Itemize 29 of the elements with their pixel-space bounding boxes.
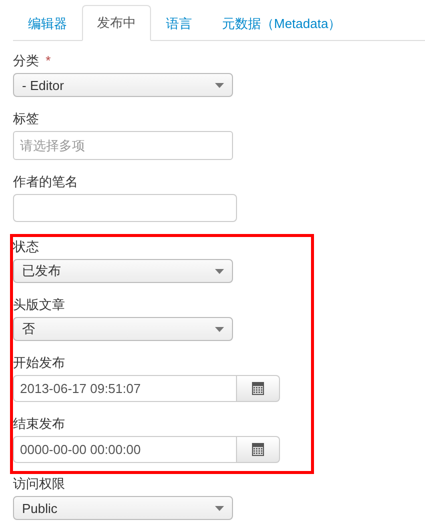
- dropdown[interactable]: 否: [13, 317, 233, 341]
- field-label: 访问权限: [13, 476, 65, 491]
- caret-icon: [215, 506, 224, 510]
- tab[interactable]: 元数据（Metadata）: [207, 6, 356, 41]
- dropdown[interactable]: Public: [13, 496, 233, 520]
- input-field[interactable]: [13, 194, 237, 222]
- calendar-button[interactable]: [237, 436, 280, 463]
- date-field[interactable]: 0000-00-00 00:00:00: [13, 436, 237, 463]
- field-label: 结束发布: [13, 416, 65, 431]
- required-mark: *: [46, 53, 51, 68]
- tab[interactable]: 发布中: [82, 5, 151, 41]
- caret-icon: [215, 82, 224, 88]
- calendar-icon: [252, 382, 264, 395]
- dropdown[interactable]: - Editor: [13, 73, 233, 97]
- input-field[interactable]: 请选择多项: [13, 131, 233, 160]
- field-label: 头版文章: [13, 297, 65, 312]
- caret-icon: [215, 326, 224, 332]
- field-label: 标签: [13, 111, 39, 126]
- field-label: 开始发布: [13, 355, 65, 370]
- calendar-button[interactable]: [237, 375, 280, 402]
- field-label: 作者的笔名: [13, 174, 78, 189]
- field-label: 分类: [13, 53, 39, 68]
- tab[interactable]: 编辑器: [13, 6, 82, 41]
- caret-icon: [215, 268, 224, 274]
- date-field[interactable]: 2013-06-17 09:51:07: [13, 375, 237, 402]
- dropdown[interactable]: 已发布: [13, 259, 233, 283]
- calendar-icon: [252, 443, 264, 456]
- tab[interactable]: 语言: [151, 6, 207, 41]
- field-label: 状态: [13, 239, 39, 254]
